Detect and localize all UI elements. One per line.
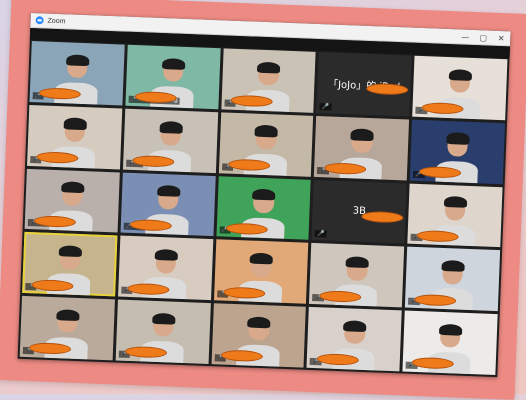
participant-hair [252,188,276,201]
redaction-mark [323,162,367,175]
muted-mic-icon: 🎤 [316,231,325,238]
redaction-mark [360,210,404,224]
participant-tile[interactable]: 🎤 [314,115,410,181]
participant-tile[interactable]: 🎤 [402,310,498,376]
participant-hair [63,117,87,130]
participant-hair [159,121,183,134]
participant-tile[interactable]: 🎤 [218,112,314,177]
photo-frame: Zoom — ▢ ✕ 🎤🎤Patrick Chung🎤「JoJo」的 iPad🎤… [0,0,526,400]
participant-tile[interactable]: 🎤 [213,239,309,304]
participant-tile[interactable]: 「JoJo」的 iPad 🎤 [316,52,412,117]
participant-tile[interactable]: 🎤3C [120,172,216,237]
participant-hair [156,185,181,198]
participant-tile[interactable]: 🎤 [306,307,402,372]
participant-tile[interactable]: 🎤 [115,299,211,365]
participant-tile[interactable]: 🎤 [405,246,501,312]
participant-hair [350,128,374,141]
participant-tile[interactable]: 🎤 [409,119,506,184]
participant-hair [254,124,279,138]
gallery-view: 🎤🎤Patrick Chung🎤「JoJo」的 iPad🎤🎤🎤🎤5🎤🎤🎤🎤3A🎤… [19,41,508,376]
participant-hair [154,248,178,262]
participant-hair [345,256,370,269]
participant-name-label: 🎤 [319,102,332,111]
participant-hair [55,308,80,322]
participant-hair [438,323,463,336]
participant-tile[interactable]: 🎤 [211,303,307,368]
participant-hair [343,319,367,333]
participant-tile[interactable]: 🎤 [27,104,123,170]
participant-tile[interactable]: 🎤3A [24,168,120,233]
participant-tile[interactable]: 🎤5 [122,108,218,173]
window-title: Zoom [47,17,66,25]
participant-tile[interactable]: 🎤 [216,175,312,241]
participant-hair [249,252,274,265]
close-button[interactable]: ✕ [492,31,511,46]
participant-hair [58,245,82,258]
minimize-button[interactable]: — [456,29,475,44]
participant-tile[interactable]: 3B 🎤 [311,179,407,244]
participant-hair [65,53,90,67]
window-controls: — ▢ ✕ [456,29,510,45]
participant-tile[interactable]: 🎤Patrick Chung [125,44,221,110]
participant-hair [446,132,470,145]
participant-tile[interactable]: 🎤 [19,296,115,361]
zoom-logo-icon [35,16,44,25]
zoom-window: Zoom — ▢ ✕ 🎤🎤Patrick Chung🎤「JoJo」的 iPad🎤… [17,12,511,378]
participant-hair [151,312,176,325]
participant-tile[interactable]: 🎤 [407,183,503,248]
participant-tile[interactable]: 🎤 [22,232,118,297]
participant-hair [257,61,281,74]
participant-tile[interactable]: 🎤 [412,55,508,121]
participant-tile[interactable]: 🎤 [29,41,125,106]
redaction-mark [365,83,409,96]
participant-hair [443,196,468,209]
participant-tile[interactable]: 🎤 [220,48,316,113]
participant-hair [161,57,185,70]
participant-hair [448,68,473,81]
participant-hair [60,181,85,194]
participant-tile[interactable]: 🎤 [309,243,405,308]
participant-hair [441,259,465,273]
muted-mic-icon: 🎤 [321,103,330,111]
participant-hair [247,316,271,329]
maximize-button[interactable]: ▢ [474,30,493,45]
participant-tile[interactable]: 🎤 [117,235,213,301]
participant-name-label: 🎤 [314,230,327,238]
